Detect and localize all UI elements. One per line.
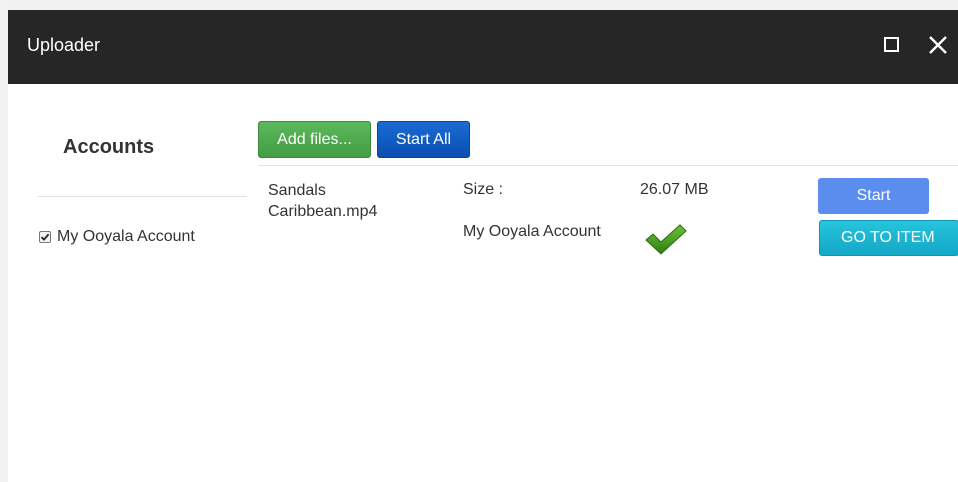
- accounts-heading: Accounts: [63, 136, 155, 158]
- account-checkbox[interactable]: [39, 231, 51, 243]
- background-strip: [0, 0, 958, 10]
- maximize-icon: [884, 37, 899, 52]
- account-label: My Ooyala Account: [57, 228, 195, 245]
- size-label: Size :: [463, 181, 504, 198]
- uploader-dialog: Uploader Accounts My Ooyala Account Add …: [8, 10, 958, 482]
- start-button[interactable]: Start: [818, 178, 929, 214]
- window-title: Uploader: [27, 35, 101, 55]
- file-name: Sandals Caribbean.mp4: [268, 182, 378, 220]
- file-account: My Ooyala Account: [463, 223, 601, 240]
- start-all-button[interactable]: Start All: [377, 121, 470, 158]
- go-to-item-button[interactable]: GO TO ITEM: [819, 220, 958, 256]
- file-list-divider: [258, 165, 958, 166]
- checkmark-icon: [645, 224, 687, 255]
- close-button[interactable]: [927, 34, 949, 56]
- close-icon: [929, 36, 947, 54]
- account-item: My Ooyala Account: [39, 227, 195, 247]
- background-left: [0, 0, 8, 482]
- sidebar-divider: [38, 196, 247, 197]
- file-row: Sandals Caribbean.mp4 Size : 26.07 MB My…: [258, 176, 958, 276]
- accounts-sidebar: Accounts My Ooyala Account: [8, 84, 248, 482]
- size-value: 26.07 MB: [640, 181, 709, 198]
- add-files-button[interactable]: Add files...: [258, 121, 371, 158]
- maximize-button[interactable]: [882, 34, 904, 56]
- checkbox-check-icon: [40, 233, 50, 241]
- title-bar: Uploader: [8, 10, 958, 84]
